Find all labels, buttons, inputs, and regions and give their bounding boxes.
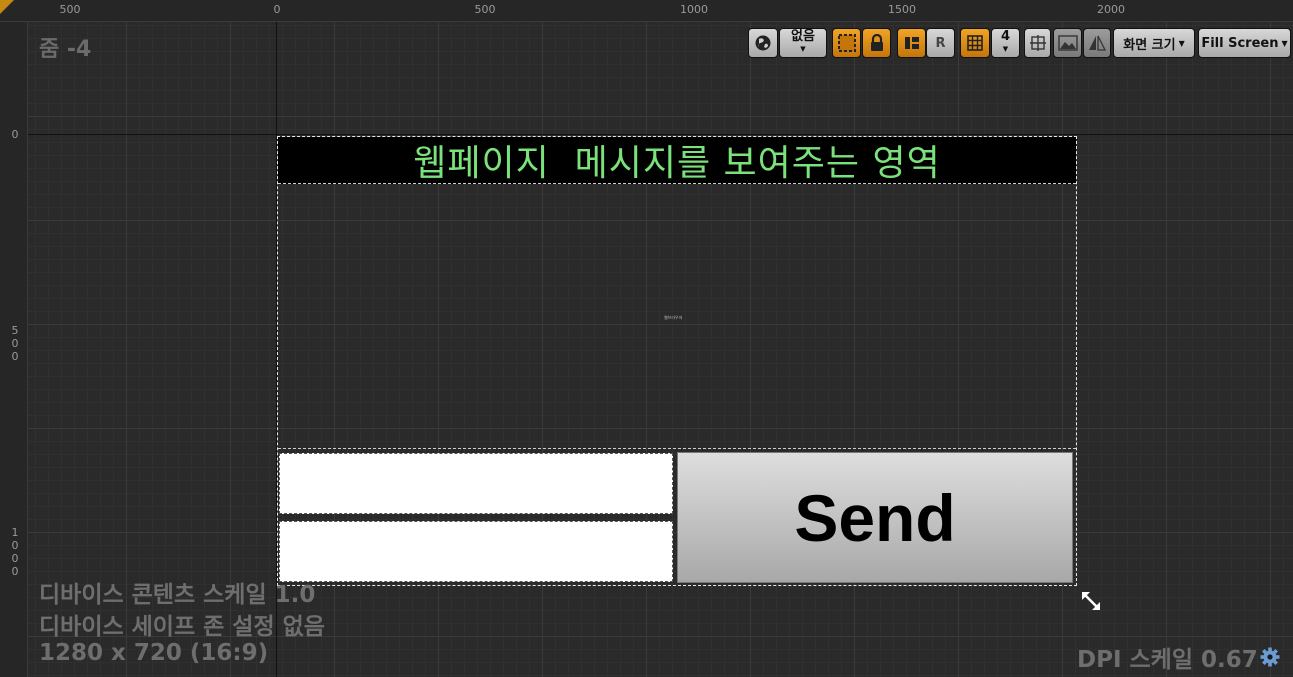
- web-browser-area[interactable]: 웹브라우저: [278, 185, 1076, 449]
- layout-toggle-button[interactable]: [897, 28, 926, 58]
- text-input-1[interactable]: [279, 453, 673, 514]
- transform-toggle-button[interactable]: [1024, 28, 1051, 58]
- culture-dropdown[interactable]: 없음 ▼: [779, 28, 827, 58]
- send-button[interactable]: Send: [677, 452, 1073, 583]
- fill-screen-dropdown[interactable]: Fill Screen ▼: [1198, 28, 1291, 58]
- message-text: 웹페이지 메시지를 보여주는 영역: [413, 143, 941, 184]
- chevron-down-icon: ▼: [1178, 38, 1185, 48]
- web-browser-label: 웹브라우저: [664, 315, 683, 320]
- send-button-label: Send: [794, 480, 956, 555]
- r-toggle-button[interactable]: R: [926, 28, 955, 58]
- ruler-tick: 2000: [1097, 3, 1125, 16]
- lock-icon: [870, 34, 883, 51]
- mirror-icon: [1089, 35, 1107, 51]
- mirror-toggle-button[interactable]: [1083, 28, 1111, 58]
- user-widget-bounds[interactable]: 웹페이지 메시지를 보여주는 영역 웹브라우저 Send: [277, 136, 1077, 586]
- grid-size-value: 4: [1000, 29, 1011, 44]
- background-icon: [1057, 35, 1078, 51]
- lock-toggle-button[interactable]: [862, 28, 891, 58]
- ruler-tick: 5 0 0: [11, 324, 19, 363]
- gear-icon[interactable]: [1259, 646, 1281, 668]
- dashed-box-icon: [837, 34, 856, 52]
- text-input-2[interactable]: [279, 521, 673, 582]
- fill-toggle-button[interactable]: [832, 28, 861, 58]
- r-toggle-label: R: [935, 35, 946, 51]
- safe-zone-label: 디바이스 세이프 존 설정 없음: [39, 614, 325, 640]
- chevron-down-icon: ▼: [1281, 38, 1288, 48]
- ruler-tick: 500: [59, 3, 81, 16]
- ruler-tick: 0: [273, 3, 281, 16]
- globe-icon: [755, 35, 771, 51]
- ruler-tick: 1000: [680, 3, 708, 16]
- transform-icon: [1029, 35, 1046, 51]
- vertical-ruler: 0 5 0 0 1 0 0 0: [0, 22, 28, 677]
- resize-handle-icon[interactable]: [1080, 590, 1102, 612]
- screen-size-label: 화면 크기: [1123, 37, 1176, 53]
- fill-screen-label: Fill Screen: [1201, 35, 1279, 51]
- resolution-label: 1280 x 720 (16:9): [39, 640, 269, 666]
- grid-size-dropdown[interactable]: 4 ▼: [991, 28, 1020, 58]
- screen-size-dropdown[interactable]: 화면 크기 ▼: [1113, 28, 1195, 58]
- culture-dropdown-value: 없음: [791, 29, 815, 44]
- dpi-scale-label: DPI 스케일 0.67: [1077, 647, 1258, 673]
- ruler-tick: 1 0 0 0: [11, 526, 19, 578]
- chevron-down-icon: ▼: [1002, 45, 1009, 53]
- background-toggle-button[interactable]: [1053, 28, 1082, 58]
- ruler-tick: 0: [10, 128, 20, 141]
- ruler-tick: 500: [474, 3, 496, 16]
- zoom-level-label: 줌 -4: [39, 37, 92, 62]
- message-display-area[interactable]: 웹페이지 메시지를 보여주는 영역: [278, 137, 1076, 184]
- corner-marker-icon: [0, 0, 14, 14]
- horizontal-ruler: 500 0 500 1000 1500 2000: [0, 0, 1293, 22]
- layout-icon: [904, 37, 919, 49]
- chevron-down-icon: ▼: [800, 45, 806, 53]
- content-scale-label: 디바이스 콘텐츠 스케일 1.0: [39, 582, 316, 608]
- grid-icon: [967, 35, 983, 51]
- localization-preview-button[interactable]: [748, 28, 778, 58]
- ruler-tick: 1500: [888, 3, 916, 16]
- ruler-tick-label: 0: [11, 128, 19, 141]
- grid-snap-toggle[interactable]: [960, 28, 990, 58]
